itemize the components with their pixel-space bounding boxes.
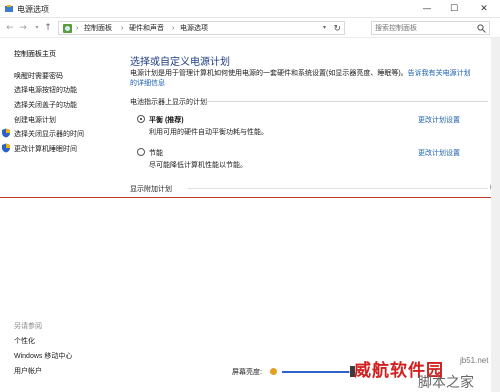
- main-panel: 选择或自定义电源计划 电源计划是用于管理计算机如何使用电源的一套硬件和系统设置(…: [118, 38, 500, 203]
- sidebar-item-wake-password[interactable]: 唤醒时需要密码: [14, 71, 63, 81]
- sidebar-home-link[interactable]: 控制面板主页: [14, 49, 56, 59]
- sidebar-item-power-button[interactable]: 选择电源按钮的功能: [14, 85, 77, 95]
- minimize-button[interactable]: —: [414, 0, 440, 18]
- change-plan-settings-link[interactable]: 更改计划设置: [418, 148, 460, 158]
- page-description: 电源计划是用于管理计算机如何使用电源的一套硬件和系统设置(如显示器亮度、睡眠等)…: [130, 69, 475, 89]
- brightness-slider-fill: [282, 371, 349, 373]
- up-button[interactable]: ↑: [42, 21, 54, 35]
- brightness-label: 屏幕亮度:: [232, 369, 262, 376]
- sidebar-item-create-plan[interactable]: 创建电源计划: [14, 115, 56, 125]
- refresh-icon[interactable]: ↻: [333, 22, 341, 34]
- section-heading: 电池指示器上显示的计划: [130, 99, 207, 106]
- breadcrumb-separator: ›: [172, 25, 175, 32]
- sidebar-item-lid-close[interactable]: 选择关闭盖子的功能: [14, 100, 77, 110]
- see-also-heading: 另请参阅: [14, 323, 42, 330]
- sidebar-item-mobility-center[interactable]: Windows 移动中心: [14, 351, 72, 361]
- shield-icon: [2, 128, 10, 138]
- section-divider: [188, 188, 488, 189]
- plan-power-saver-radio[interactable]: [137, 148, 145, 156]
- control-panel-icon: [63, 24, 72, 33]
- forward-button[interactable]: →: [17, 21, 29, 35]
- page-title: 选择或自定义电源计划: [130, 57, 230, 68]
- power-options-icon: [5, 5, 13, 12]
- sidebar-item-label: 更改计算机睡眠时间: [14, 146, 77, 153]
- plan-name: 节能: [149, 150, 163, 157]
- breadcrumb-separator: ›: [121, 25, 124, 32]
- section-divider: [206, 101, 488, 102]
- breadcrumb-control-panel[interactable]: 控制面板: [84, 23, 112, 34]
- address-field[interactable]: › 控制面板 › 硬件和声音 › 电源选项 ▾ ↻: [58, 21, 345, 35]
- sidebar-item-personalization[interactable]: 个性化: [14, 336, 35, 346]
- sidebar-item-user-accounts[interactable]: 用户帐户: [14, 366, 42, 376]
- plan-balanced-radio[interactable]: [137, 115, 145, 123]
- scrollbar[interactable]: [491, 38, 500, 392]
- close-button[interactable]: ✕: [468, 0, 500, 18]
- red-divider: [0, 197, 500, 198]
- breadcrumb-power-options[interactable]: 电源选项: [180, 23, 208, 34]
- plan-description: 利用可用的硬件自动平衡功耗与性能。: [149, 129, 268, 136]
- plan-name: 平衡 (推荐): [149, 117, 184, 124]
- change-plan-settings-link[interactable]: 更改计划设置: [418, 115, 460, 125]
- sidebar-item-label: 选择关闭显示器的时间: [14, 131, 84, 138]
- show-additional-plans[interactable]: 显示附加计划: [130, 184, 172, 194]
- brightness-slider[interactable]: [282, 371, 352, 373]
- back-button[interactable]: ←: [4, 21, 16, 35]
- title-bar: 电源选项 — ☐ ✕: [0, 0, 500, 18]
- sidebar-item-display-off[interactable]: 选择关闭显示器的时间: [2, 128, 84, 139]
- sidebar-item-sleep-time[interactable]: 更改计算机睡眠时间: [2, 143, 77, 154]
- address-dropdown-icon[interactable]: ▾: [323, 23, 326, 34]
- search-icon[interactable]: [477, 24, 486, 33]
- watermark-site: jb51.net: [460, 356, 489, 365]
- window-title: 电源选项: [17, 5, 49, 14]
- breadcrumb-separator: ›: [76, 25, 79, 32]
- search-input[interactable]: [375, 23, 475, 33]
- breadcrumb-hardware-sound[interactable]: 硬件和声音: [129, 23, 164, 34]
- address-bar: ← → ▾ ↑ › 控制面板 › 硬件和声音 › 电源选项 ▾ ↻: [0, 18, 500, 38]
- plan-description: 尽可能降低计算机性能以节能。: [149, 162, 247, 169]
- sidebar: 控制面板主页 唤醒时需要密码 选择电源按钮的功能 选择关闭盖子的功能 创建电源计…: [0, 38, 118, 392]
- search-box[interactable]: [371, 21, 490, 35]
- shield-icon: [2, 143, 10, 153]
- maximize-button[interactable]: ☐: [441, 0, 467, 18]
- description-text: 电源计划是用于管理计算机如何使用电源的一套硬件和系统设置(如显示器亮度、睡眠等)…: [130, 70, 408, 77]
- brightness-low-icon: [270, 368, 277, 375]
- brightness-bar: 屏幕亮度: 威航软件园 jb51.net 脚本之家: [118, 356, 500, 392]
- watermark-home: 脚本之家: [418, 375, 474, 391]
